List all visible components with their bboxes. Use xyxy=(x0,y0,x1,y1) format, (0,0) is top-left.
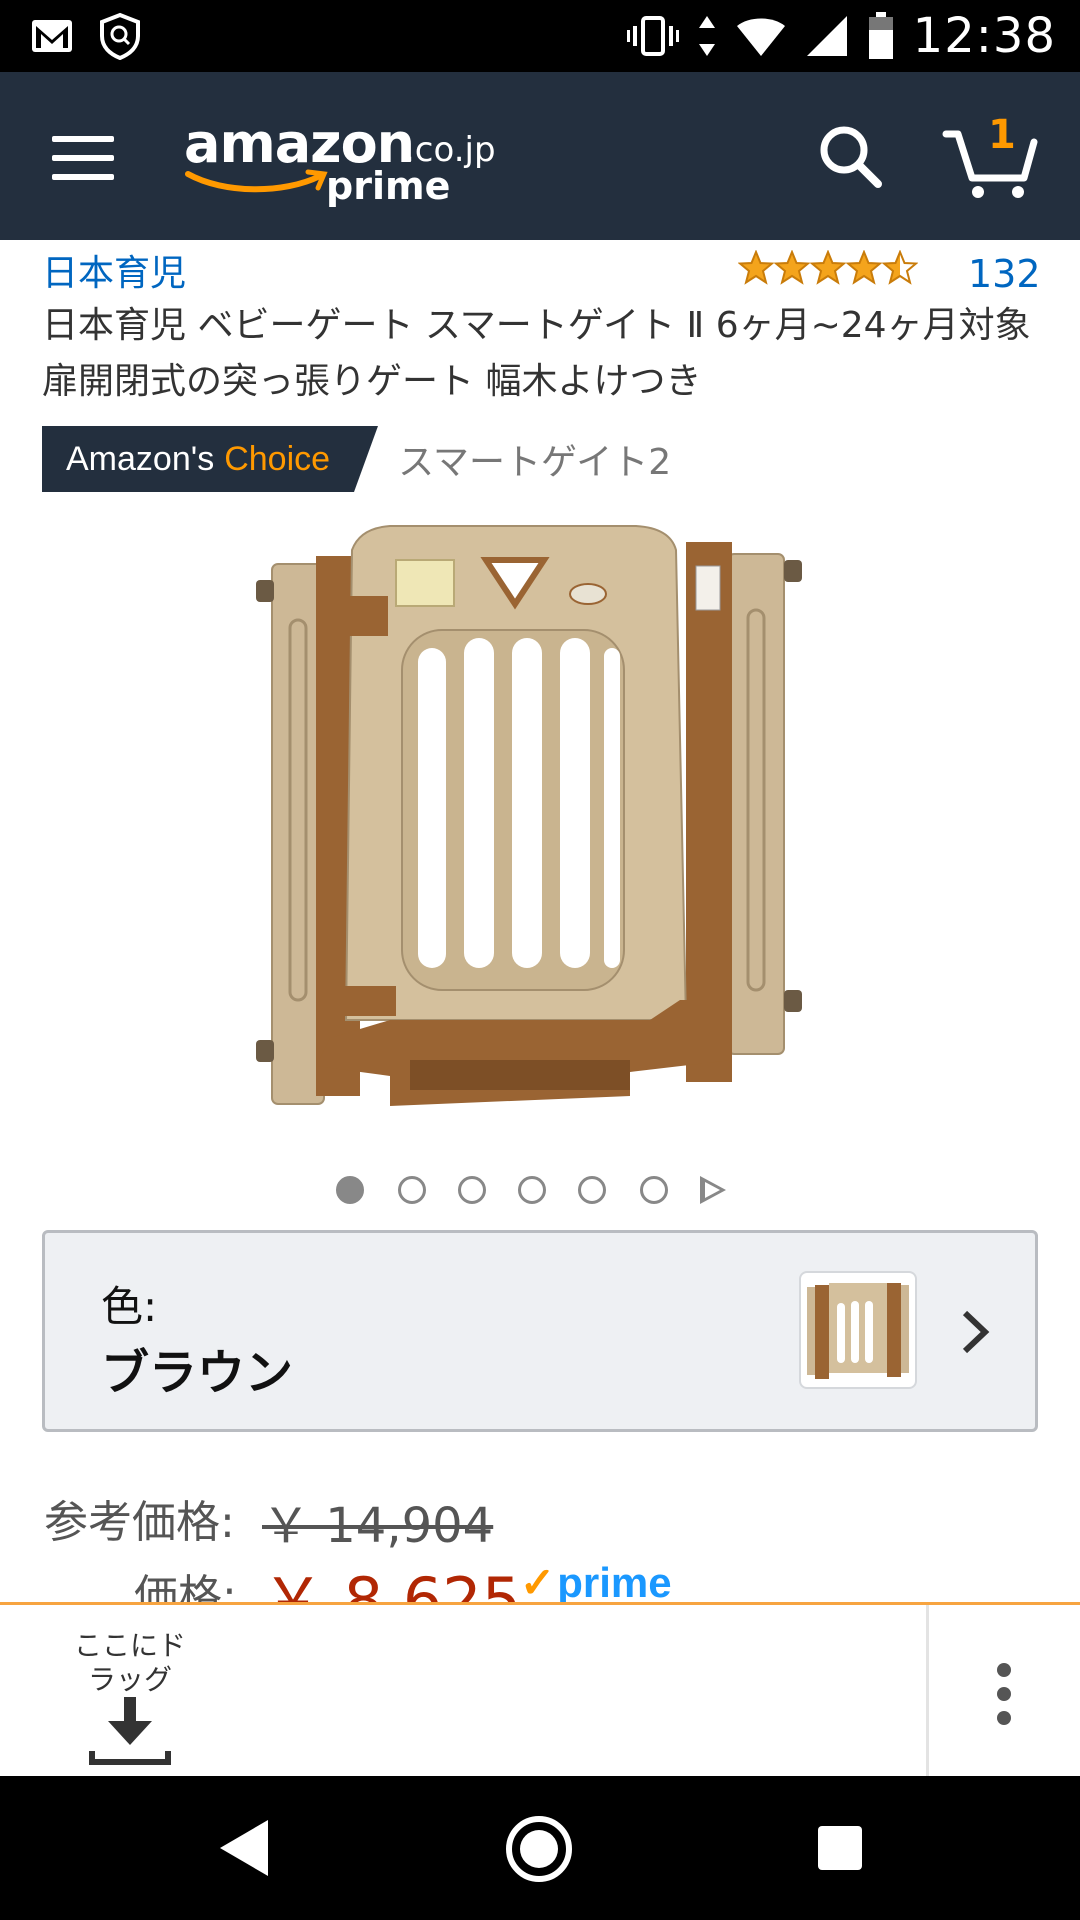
reference-price-label: 参考価格: xyxy=(44,1497,235,1548)
variation-thumbnail xyxy=(799,1271,917,1389)
menu-button[interactable] xyxy=(52,136,114,180)
cart-count: 1 xyxy=(988,112,1016,158)
recents-button[interactable] xyxy=(818,1826,862,1870)
home-button[interactable] xyxy=(506,1816,572,1882)
signal-icon xyxy=(806,16,847,56)
play-icon[interactable] xyxy=(700,1176,726,1204)
variation-value: ブラウン xyxy=(101,1345,294,1401)
brand-link[interactable]: 日本育児 xyxy=(42,244,186,296)
pager-dot[interactable] xyxy=(640,1176,668,1204)
divider xyxy=(926,1605,929,1779)
prime-label: prime xyxy=(557,1559,672,1606)
star-icon xyxy=(810,250,846,285)
star-icon xyxy=(882,250,918,285)
color-variation-selector[interactable]: 色: ブラウン xyxy=(42,1230,1038,1432)
variation-label: 色: xyxy=(101,1282,158,1331)
system-nav-bar xyxy=(0,1776,1080,1920)
pager-dot[interactable] xyxy=(518,1176,546,1204)
choice-badge: Amazon's Choice xyxy=(42,426,355,492)
battery-icon xyxy=(868,12,893,59)
product-image[interactable] xyxy=(250,520,810,1130)
rating-stars[interactable] xyxy=(738,250,918,290)
choice-prefix: Amazon's xyxy=(66,439,215,478)
app-header: amazon .co.jp prime 1 xyxy=(0,72,1080,240)
more-options-button[interactable] xyxy=(980,1655,1028,1735)
product-title: 日本育児 ベビーゲート スマートゲイト Ⅱ 6ヶ月~24ヶ月対象 扉開閉式の突っ… xyxy=(42,305,1031,402)
image-pager[interactable] xyxy=(0,1172,1080,1208)
prime-check-icon: ✓ xyxy=(520,1559,556,1606)
chevron-right-icon xyxy=(962,1310,990,1354)
drag-target[interactable]: ここにドラッグ xyxy=(40,1629,220,1769)
logo-prime: prime xyxy=(326,164,451,208)
pager-dot[interactable] xyxy=(578,1176,606,1204)
gmail-icon xyxy=(32,20,72,52)
pager-dot[interactable] xyxy=(336,1176,364,1204)
rating-count[interactable]: 132 xyxy=(968,252,1041,296)
choice-badge-slant xyxy=(354,426,379,492)
back-button[interactable] xyxy=(216,1818,272,1878)
pager-dot[interactable] xyxy=(458,1176,486,1204)
star-icon xyxy=(846,250,882,285)
clock: 12:38 xyxy=(912,8,1056,64)
star-icon xyxy=(774,250,810,285)
wifi-icon xyxy=(736,18,785,56)
data-arrows-icon xyxy=(698,16,715,56)
drag-text: ここにドラッグ xyxy=(73,1629,186,1696)
shield-icon xyxy=(100,12,140,60)
choice-word: Choice xyxy=(224,439,331,478)
amazon-logo[interactable]: amazon .co.jp prime xyxy=(184,112,496,212)
smile-arrow-icon xyxy=(185,169,328,193)
search-icon xyxy=(820,126,882,188)
status-bar: 12:38 xyxy=(0,0,1080,72)
prime-badge: ✓prime xyxy=(520,1558,672,1607)
pager-dot[interactable] xyxy=(398,1176,426,1204)
cart-button[interactable]: 1 xyxy=(940,112,1040,202)
star-icon xyxy=(738,250,774,285)
reference-price: ￥ 14,904 xyxy=(262,1498,494,1554)
vibrate-icon xyxy=(626,16,679,56)
drop-arrow-icon xyxy=(89,1697,171,1765)
choice-keyword: スマートゲイト2 xyxy=(398,442,672,483)
amazons-choice: Amazon's Choice スマートゲイト2 xyxy=(42,426,671,492)
drag-drop-bar: ここにドラッグ xyxy=(0,1602,1080,1779)
search-button[interactable] xyxy=(812,118,892,198)
